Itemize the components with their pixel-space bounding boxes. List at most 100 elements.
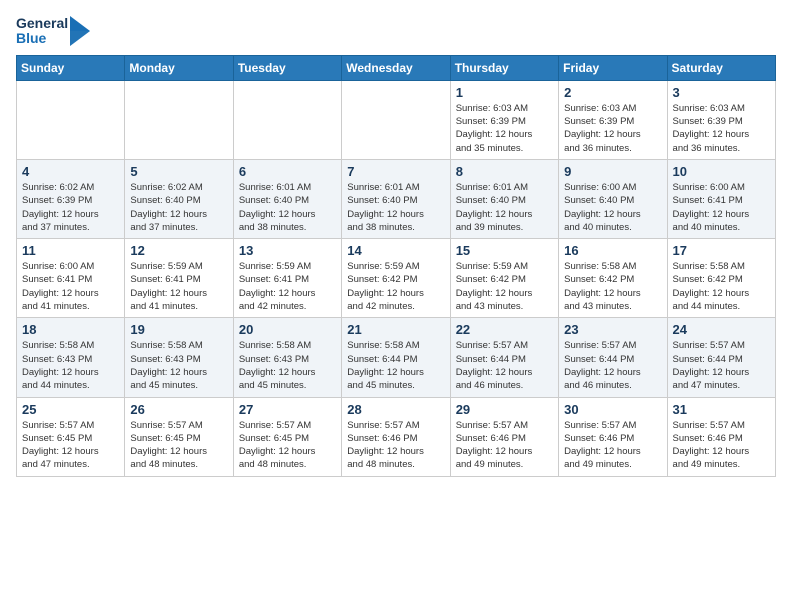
day-number: 12 bbox=[130, 243, 227, 258]
day-info: Sunrise: 5:58 AM Sunset: 6:42 PM Dayligh… bbox=[673, 260, 770, 313]
day-cell-30: 30 Sunrise: 5:57 AM Sunset: 6:46 PM Dayli… bbox=[559, 397, 667, 476]
day-number: 28 bbox=[347, 402, 444, 417]
day-info: Sunrise: 5:57 AM Sunset: 6:45 PM Dayligh… bbox=[239, 419, 336, 472]
day-number: 30 bbox=[564, 402, 661, 417]
day-info: Sunrise: 5:57 AM Sunset: 6:46 PM Dayligh… bbox=[564, 419, 661, 472]
day-cell-23: 23 Sunrise: 5:57 AM Sunset: 6:44 PM Dayli… bbox=[559, 318, 667, 397]
day-cell-28: 28 Sunrise: 5:57 AM Sunset: 6:46 PM Dayli… bbox=[342, 397, 450, 476]
day-number: 10 bbox=[673, 164, 770, 179]
day-info: Sunrise: 5:59 AM Sunset: 6:42 PM Dayligh… bbox=[347, 260, 444, 313]
day-cell-22: 22 Sunrise: 5:57 AM Sunset: 6:44 PM Dayli… bbox=[450, 318, 558, 397]
empty-cell bbox=[233, 80, 341, 159]
day-number: 5 bbox=[130, 164, 227, 179]
day-number: 13 bbox=[239, 243, 336, 258]
day-cell-2: 2 Sunrise: 6:03 AM Sunset: 6:39 PM Daylig… bbox=[559, 80, 667, 159]
day-info: Sunrise: 5:59 AM Sunset: 6:41 PM Dayligh… bbox=[130, 260, 227, 313]
day-number: 17 bbox=[673, 243, 770, 258]
day-info: Sunrise: 5:58 AM Sunset: 6:42 PM Dayligh… bbox=[564, 260, 661, 313]
day-cell-15: 15 Sunrise: 5:59 AM Sunset: 6:42 PM Dayli… bbox=[450, 239, 558, 318]
day-info: Sunrise: 5:57 AM Sunset: 6:46 PM Dayligh… bbox=[673, 419, 770, 472]
day-cell-10: 10 Sunrise: 6:00 AM Sunset: 6:41 PM Dayli… bbox=[667, 159, 775, 238]
day-number: 14 bbox=[347, 243, 444, 258]
weekday-header-saturday: Saturday bbox=[667, 55, 775, 80]
day-number: 16 bbox=[564, 243, 661, 258]
day-info: Sunrise: 5:59 AM Sunset: 6:41 PM Dayligh… bbox=[239, 260, 336, 313]
day-number: 8 bbox=[456, 164, 553, 179]
day-cell-24: 24 Sunrise: 5:57 AM Sunset: 6:44 PM Dayli… bbox=[667, 318, 775, 397]
day-info: Sunrise: 5:59 AM Sunset: 6:42 PM Dayligh… bbox=[456, 260, 553, 313]
day-number: 31 bbox=[673, 402, 770, 417]
logo-text-blue: Blue bbox=[16, 31, 68, 46]
day-number: 2 bbox=[564, 85, 661, 100]
day-cell-7: 7 Sunrise: 6:01 AM Sunset: 6:40 PM Daylig… bbox=[342, 159, 450, 238]
logo-graphic: General Blue bbox=[16, 16, 90, 47]
day-number: 20 bbox=[239, 322, 336, 337]
calendar: SundayMondayTuesdayWednesdayThursdayFrid… bbox=[16, 55, 776, 477]
day-number: 11 bbox=[22, 243, 119, 258]
day-number: 22 bbox=[456, 322, 553, 337]
day-cell-9: 9Sunrise: 6:00 AM Sunset: 6:40 PM Daylig… bbox=[559, 159, 667, 238]
weekday-header-row: SundayMondayTuesdayWednesdayThursdayFrid… bbox=[17, 55, 776, 80]
day-number: 24 bbox=[673, 322, 770, 337]
day-info: Sunrise: 5:58 AM Sunset: 6:44 PM Dayligh… bbox=[347, 339, 444, 392]
weekday-header-tuesday: Tuesday bbox=[233, 55, 341, 80]
day-number: 21 bbox=[347, 322, 444, 337]
day-cell-19: 19 Sunrise: 5:58 AM Sunset: 6:43 PM Dayli… bbox=[125, 318, 233, 397]
day-info: Sunrise: 5:57 AM Sunset: 6:44 PM Dayligh… bbox=[456, 339, 553, 392]
day-number: 27 bbox=[239, 402, 336, 417]
day-cell-16: 16 Sunrise: 5:58 AM Sunset: 6:42 PM Dayli… bbox=[559, 239, 667, 318]
day-info: Sunrise: 5:57 AM Sunset: 6:45 PM Dayligh… bbox=[130, 419, 227, 472]
day-info: Sunrise: 6:01 AM Sunset: 6:40 PM Dayligh… bbox=[456, 181, 553, 234]
day-cell-27: 27 Sunrise: 5:57 AM Sunset: 6:45 PM Dayli… bbox=[233, 397, 341, 476]
day-cell-12: 12 Sunrise: 5:59 AM Sunset: 6:41 PM Dayli… bbox=[125, 239, 233, 318]
day-cell-25: 25 Sunrise: 5:57 AM Sunset: 6:45 PM Dayli… bbox=[17, 397, 125, 476]
empty-cell bbox=[17, 80, 125, 159]
day-cell-26: 26 Sunrise: 5:57 AM Sunset: 6:45 PM Dayli… bbox=[125, 397, 233, 476]
day-info: Sunrise: 5:57 AM Sunset: 6:45 PM Dayligh… bbox=[22, 419, 119, 472]
day-cell-6: 6Sunrise: 6:01 AM Sunset: 6:40 PM Daylig… bbox=[233, 159, 341, 238]
week-row-3: 11Sunrise: 6:00 AM Sunset: 6:41 PM Dayli… bbox=[17, 239, 776, 318]
day-info: Sunrise: 6:01 AM Sunset: 6:40 PM Dayligh… bbox=[239, 181, 336, 234]
day-info: Sunrise: 6:00 AM Sunset: 6:41 PM Dayligh… bbox=[673, 181, 770, 234]
day-cell-5: 5 Sunrise: 6:02 AM Sunset: 6:40 PM Daylig… bbox=[125, 159, 233, 238]
day-info: Sunrise: 6:00 AM Sunset: 6:40 PM Dayligh… bbox=[564, 181, 661, 234]
day-number: 15 bbox=[456, 243, 553, 258]
week-row-5: 25 Sunrise: 5:57 AM Sunset: 6:45 PM Dayli… bbox=[17, 397, 776, 476]
day-info: Sunrise: 6:03 AM Sunset: 6:39 PM Dayligh… bbox=[673, 102, 770, 155]
day-number: 29 bbox=[456, 402, 553, 417]
day-cell-21: 21 Sunrise: 5:58 AM Sunset: 6:44 PM Dayli… bbox=[342, 318, 450, 397]
day-info: Sunrise: 5:58 AM Sunset: 6:43 PM Dayligh… bbox=[130, 339, 227, 392]
week-row-4: 18Sunrise: 5:58 AM Sunset: 6:43 PM Dayli… bbox=[17, 318, 776, 397]
day-cell-18: 18Sunrise: 5:58 AM Sunset: 6:43 PM Dayli… bbox=[17, 318, 125, 397]
day-cell-31: 31 Sunrise: 5:57 AM Sunset: 6:46 PM Dayli… bbox=[667, 397, 775, 476]
day-info: Sunrise: 6:02 AM Sunset: 6:40 PM Dayligh… bbox=[130, 181, 227, 234]
day-cell-1: 1Sunrise: 6:03 AM Sunset: 6:39 PM Daylig… bbox=[450, 80, 558, 159]
day-cell-14: 14 Sunrise: 5:59 AM Sunset: 6:42 PM Dayli… bbox=[342, 239, 450, 318]
weekday-header-friday: Friday bbox=[559, 55, 667, 80]
day-cell-11: 11Sunrise: 6:00 AM Sunset: 6:41 PM Dayli… bbox=[17, 239, 125, 318]
day-info: Sunrise: 5:57 AM Sunset: 6:44 PM Dayligh… bbox=[673, 339, 770, 392]
day-number: 1 bbox=[456, 85, 553, 100]
empty-cell bbox=[125, 80, 233, 159]
weekday-header-wednesday: Wednesday bbox=[342, 55, 450, 80]
weekday-header-thursday: Thursday bbox=[450, 55, 558, 80]
day-number: 23 bbox=[564, 322, 661, 337]
day-number: 19 bbox=[130, 322, 227, 337]
empty-cell bbox=[342, 80, 450, 159]
weekday-header-monday: Monday bbox=[125, 55, 233, 80]
day-info: Sunrise: 6:03 AM Sunset: 6:39 PM Dayligh… bbox=[564, 102, 661, 155]
day-info: Sunrise: 6:01 AM Sunset: 6:40 PM Dayligh… bbox=[347, 181, 444, 234]
day-info: Sunrise: 5:57 AM Sunset: 6:46 PM Dayligh… bbox=[456, 419, 553, 472]
day-cell-29: 29 Sunrise: 5:57 AM Sunset: 6:46 PM Dayli… bbox=[450, 397, 558, 476]
day-cell-17: 17 Sunrise: 5:58 AM Sunset: 6:42 PM Dayli… bbox=[667, 239, 775, 318]
weekday-header-sunday: Sunday bbox=[17, 55, 125, 80]
day-number: 7 bbox=[347, 164, 444, 179]
day-info: Sunrise: 5:57 AM Sunset: 6:46 PM Dayligh… bbox=[347, 419, 444, 472]
day-cell-3: 3Sunrise: 6:03 AM Sunset: 6:39 PM Daylig… bbox=[667, 80, 775, 159]
day-number: 25 bbox=[22, 402, 119, 417]
logo: General Blue bbox=[16, 16, 90, 47]
day-cell-8: 8 Sunrise: 6:01 AM Sunset: 6:40 PM Daylig… bbox=[450, 159, 558, 238]
day-info: Sunrise: 5:58 AM Sunset: 6:43 PM Dayligh… bbox=[22, 339, 119, 392]
day-number: 26 bbox=[130, 402, 227, 417]
day-info: Sunrise: 5:57 AM Sunset: 6:44 PM Dayligh… bbox=[564, 339, 661, 392]
